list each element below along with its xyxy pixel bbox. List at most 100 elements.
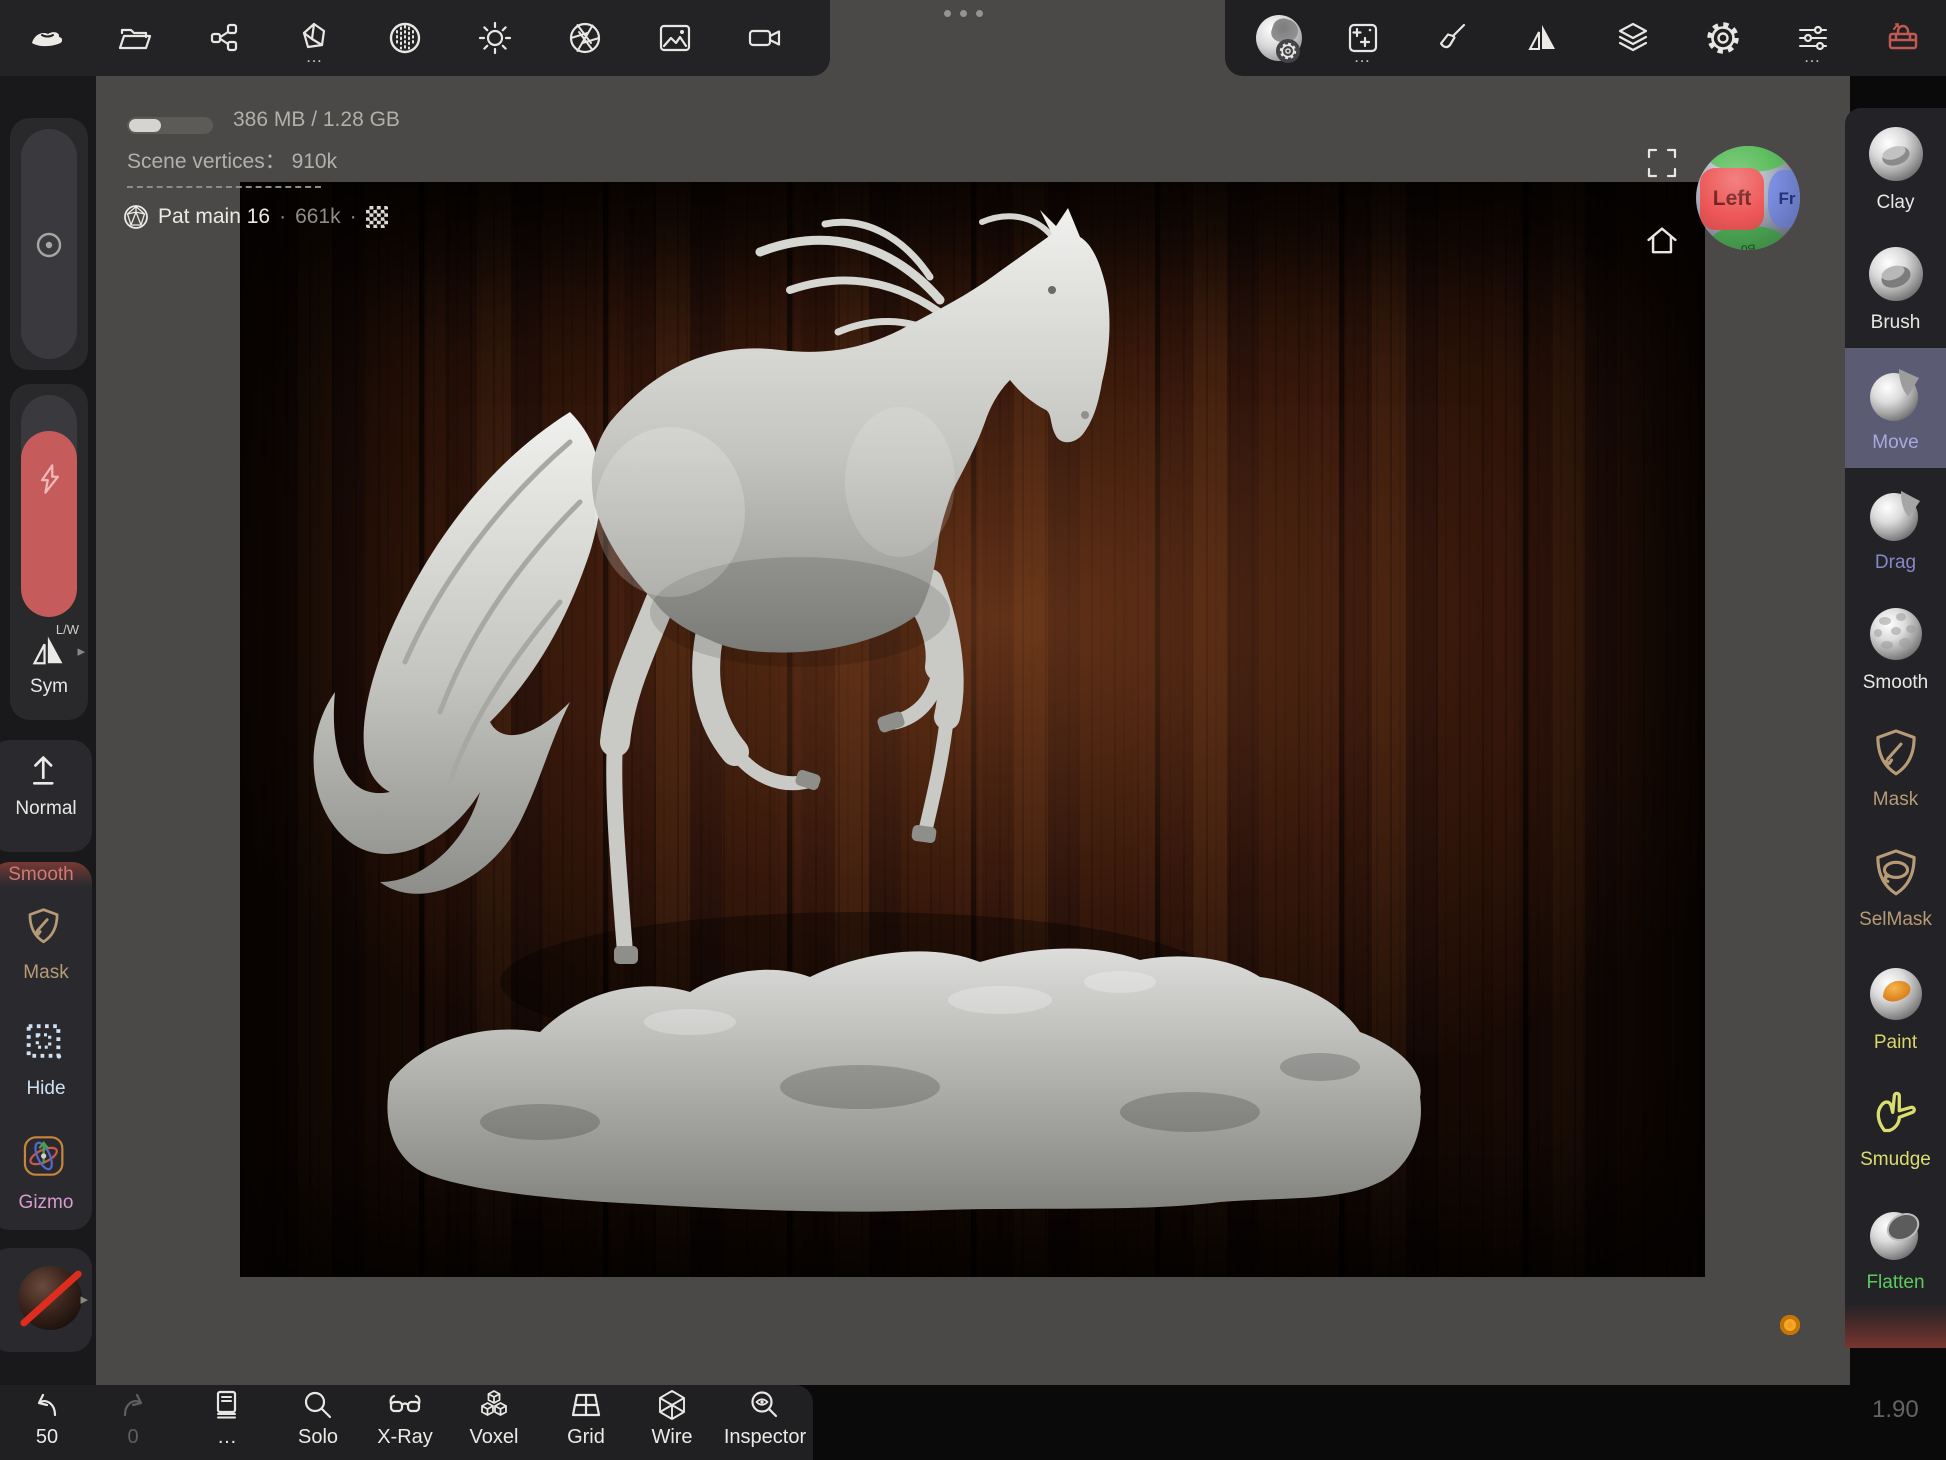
layer-vertex-count: 661k [295, 205, 341, 229]
solo-button[interactable]: Solo [276, 1389, 360, 1448]
voxel-cubes-icon [477, 1389, 511, 1423]
matcap-button[interactable] [388, 21, 422, 55]
memory-usage-text: 386 MB / 1.28 GB [233, 108, 400, 132]
paint-tool-icon [1865, 963, 1927, 1025]
grid-button[interactable]: Grid [544, 1389, 628, 1448]
wireframe-sphere-icon [655, 1389, 689, 1423]
tool-drag[interactable]: Drag [1845, 468, 1946, 588]
tool-sidebar: Clay Brush Move Drag Smooth [1845, 108, 1946, 1348]
share-nodes-icon [208, 21, 242, 55]
inspector-label: Inspector [724, 1426, 806, 1448]
paint-settings-button[interactable] [1436, 21, 1470, 55]
matcap-sphere-icon [388, 21, 422, 55]
background-button[interactable] [658, 21, 692, 55]
smudge-hand-icon [1868, 1086, 1924, 1142]
drag-tool-icon [1865, 483, 1927, 545]
tool-partial[interactable] [1845, 1308, 1946, 1348]
mask-shortcut-label: Mask [0, 962, 97, 984]
material-disabled-panel[interactable]: ▸ [0, 1248, 92, 1352]
undo-button[interactable]: 50 [5, 1389, 89, 1448]
hide-shortcut-label: Hide [0, 1078, 97, 1100]
top-right-toolbar [1225, 0, 1946, 76]
material-expand-chevron[interactable]: ▸ [80, 1290, 88, 1308]
active-layer-row[interactable]: Pat main 16 · 661k · [123, 202, 388, 232]
symmetry-icon [30, 632, 68, 670]
hide-dissolve-icon [23, 1020, 65, 1062]
undo-icon [29, 1389, 65, 1423]
intensity-bolt-icon [36, 462, 64, 496]
tool-label: Clay [1876, 192, 1914, 214]
stone-overflow[interactable]: … [298, 52, 332, 62]
fullscreen-button[interactable] [1645, 146, 1679, 180]
redo-count: 0 [127, 1426, 138, 1448]
tool-move[interactable]: Move [1845, 348, 1946, 468]
radius-slider-panel [10, 118, 88, 370]
tool-label: SelMask [1859, 909, 1932, 931]
redo-button[interactable]: 0 [91, 1389, 175, 1448]
undo-count: 50 [36, 1426, 58, 1448]
debug-toolbox-button[interactable] [1886, 21, 1920, 55]
fullscreen-icon [1645, 146, 1679, 180]
mask-shield-icon [23, 906, 65, 948]
history-more: … [217, 1426, 237, 1448]
app-logo-button[interactable] [28, 21, 62, 55]
tool-smudge[interactable]: Smudge [1845, 1068, 1946, 1188]
mask-tool-icon [1868, 726, 1924, 782]
tool-clay[interactable]: Clay [1845, 108, 1946, 228]
horse-sculpture [240, 182, 1705, 1277]
redo-icon [115, 1389, 151, 1423]
sculpt-canvas[interactable] [240, 182, 1705, 1277]
sym-label: Sym [10, 676, 88, 698]
inspector-button[interactable]: Inspector [723, 1389, 807, 1448]
layer-name: Pat main 16 [158, 205, 270, 229]
material-settings-badge[interactable] [1276, 39, 1300, 63]
inspector-eye-icon [748, 1389, 782, 1423]
home-view-button[interactable] [1643, 222, 1681, 260]
files-button[interactable] [118, 21, 152, 55]
postprocess-button[interactable] [568, 21, 602, 55]
window-drag-handle[interactable] [944, 10, 983, 17]
environment-overflow[interactable]: … [1346, 52, 1380, 62]
tool-label: Mask [1873, 789, 1918, 811]
selmask-tool-icon [1868, 846, 1924, 902]
tool-label: Smudge [1860, 1149, 1931, 1171]
nav-ball-shading [1696, 146, 1800, 250]
pressure-indicator-dot [1780, 1315, 1800, 1335]
tool-smooth[interactable]: Smooth [1845, 588, 1946, 708]
tool-brush[interactable]: Brush [1845, 228, 1946, 348]
tool-selmask[interactable]: SelMask [1845, 828, 1946, 948]
layers-button[interactable] [1616, 21, 1650, 55]
notebook-icon [210, 1389, 244, 1423]
home-icon [1643, 222, 1681, 260]
xray-button[interactable]: X-Ray [363, 1389, 447, 1448]
wire-label: Wire [651, 1426, 692, 1448]
nomad-sculpt-app: { "app": { "version": "1.90" }, "status"… [0, 0, 1946, 1460]
orientation-ball[interactable]: Bo Fr Left [1696, 146, 1800, 250]
move-tool-icon [1865, 363, 1927, 425]
tool-flatten[interactable]: Flatten [1845, 1188, 1946, 1308]
solo-label: Solo [298, 1426, 338, 1448]
gizmo-icon [22, 1134, 66, 1178]
material-disabled-icon [18, 1266, 82, 1330]
history-button[interactable]: … [185, 1389, 269, 1448]
wire-button[interactable]: Wire [630, 1389, 714, 1448]
intensity-slider[interactable] [21, 395, 77, 617]
aperture-icon [568, 21, 602, 55]
voxel-button[interactable]: Voxel [452, 1389, 536, 1448]
symmetry-button[interactable] [1526, 21, 1560, 55]
tool-paint[interactable]: Paint [1845, 948, 1946, 1068]
settings-button[interactable] [1706, 21, 1740, 55]
sym-expand-chevron[interactable]: ▸ [77, 642, 85, 660]
material-button[interactable] [1256, 21, 1290, 55]
folder-icon [118, 21, 152, 55]
tool-mask[interactable]: Mask [1845, 708, 1946, 828]
intensity-fill [21, 431, 77, 617]
settings-gear-icon [1706, 21, 1740, 55]
interface-overflow[interactable]: … [1796, 52, 1830, 62]
stroke-mode-panel[interactable]: Normal [0, 740, 92, 852]
camera-button[interactable] [748, 21, 782, 55]
smooth-shortcut-clipped[interactable]: Smooth [0, 862, 92, 886]
scene-vertices-value: 910k [292, 150, 338, 173]
lighting-button[interactable] [478, 21, 512, 55]
export-button[interactable] [208, 21, 242, 55]
